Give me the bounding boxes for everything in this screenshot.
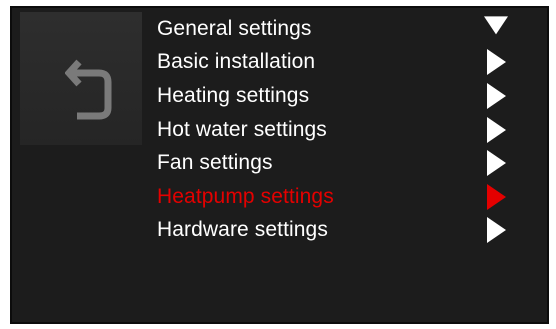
triangle-down-icon[interactable] — [483, 15, 509, 35]
menu-item-label: Hot water settings — [157, 117, 327, 141]
triangle-right-icon[interactable] — [485, 149, 507, 177]
triangle-right-icon[interactable] — [485, 216, 507, 244]
menu-item-label: Heatpump settings — [157, 184, 334, 208]
menu-item-hardware-settings[interactable]: Hardware settings — [157, 214, 527, 248]
back-button[interactable] — [20, 12, 142, 145]
triangle-right-icon[interactable] — [485, 183, 507, 211]
menu-item-heating-settings[interactable]: Heating settings — [157, 79, 527, 113]
menu-item-label: General settings — [157, 16, 312, 40]
return-arrow-icon — [65, 59, 112, 120]
menu-item-heatpump-settings[interactable]: Heatpump settings — [157, 180, 527, 214]
menu-item-label: Fan settings — [157, 151, 273, 175]
menu-item-label: Basic installation — [157, 50, 316, 74]
triangle-right-icon[interactable] — [485, 116, 507, 144]
menu-item-basic-installation[interactable]: Basic installation — [157, 46, 527, 80]
menu-item-hot-water-settings[interactable]: Hot water settings — [157, 113, 527, 147]
menu-item-general-settings[interactable]: General settings — [157, 12, 527, 46]
device-screen: General settings Basic installation Heat… — [10, 6, 549, 324]
triangle-right-icon[interactable] — [485, 82, 507, 110]
settings-menu: General settings Basic installation Heat… — [157, 12, 527, 247]
menu-item-fan-settings[interactable]: Fan settings — [157, 146, 527, 180]
menu-item-label: Hardware settings — [157, 218, 328, 242]
triangle-right-icon[interactable] — [485, 48, 507, 76]
menu-item-label: Heating settings — [157, 83, 310, 107]
